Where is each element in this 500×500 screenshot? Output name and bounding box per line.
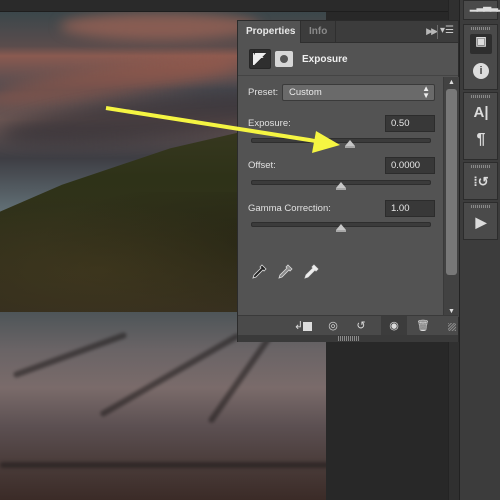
adjustments-icon[interactable]: ▣ [470,34,492,54]
cloud [60,12,260,40]
dock-group-histogram: ▁▂▃▂▁ [463,0,500,21]
offset-label: Offset: [248,160,276,171]
exposure-adjustment-icon[interactable]: + – [249,48,271,69]
clip-to-layer-icon[interactable]: ↲ [290,316,316,336]
exposure-slider-thumb[interactable] [345,140,355,148]
black-point-eyedropper-icon[interactable] [251,264,267,280]
updown-arrows-icon: ▲ ▼ [422,84,430,100]
layer-mask-icon[interactable] [275,51,293,67]
history-icon[interactable]: ⁞↺ [470,174,492,194]
panel-footer: ↲ ◎ ↺ ◉ 🗑 [238,315,458,336]
actions-play-icon[interactable]: ▶ [470,214,492,234]
exposure-input[interactable]: 0.50 [385,115,435,132]
info-icon[interactable]: i [470,61,492,81]
scrollbar-thumb[interactable] [446,89,457,275]
exposure-label: Exposure: [248,118,291,129]
dock-group-actions: ▶ [463,202,498,240]
panel-dock: ▁▂▃▂▁ ▣ i A| ¶ ⁞↺ ▶ [459,0,500,500]
delete-icon[interactable]: 🗑 [410,316,436,336]
dock-group-adjustments: ▣ i [463,24,498,90]
properties-panel: Properties Info ▶▶ ▾☰ + – Exposure Preset… [237,20,459,342]
photoshop-workspace: Properties Info ▶▶ ▾☰ + – Exposure Preset… [0,0,500,500]
resize-corner-icon[interactable] [448,323,456,331]
tab-properties[interactable]: Properties [238,21,301,43]
gamma-input[interactable]: 1.00 [385,200,435,217]
histogram-icon[interactable]: ▁▂▃▂▁ [470,1,500,21]
tab-info[interactable]: Info [301,21,336,43]
gamma-label: Gamma Correction: [248,203,331,214]
panel-tab-bar: Properties Info ▶▶ ▾☰ [238,21,458,43]
panel-resize-grip[interactable] [238,335,458,342]
gray-point-eyedropper-icon[interactable] [277,264,293,280]
white-point-eyedropper-icon[interactable] [303,264,319,280]
dock-group-type: A| ¶ [463,92,498,160]
toggle-visibility-icon[interactable]: ◉ [381,316,407,336]
panel-menu-icon[interactable]: ▾☰ [440,25,454,36]
character-icon[interactable]: A| [470,104,492,124]
offset-slider-thumb[interactable] [336,182,346,190]
panel-scrollbar[interactable]: ▲ ▼ [443,77,459,317]
scroll-up-icon[interactable]: ▲ [448,79,455,86]
preset-label: Preset: [248,87,279,98]
double-chevron-right-icon[interactable]: ▶▶ [426,26,438,37]
adjustment-header: + – Exposure [238,43,458,76]
offset-input[interactable]: 0.0000 [385,157,435,174]
preset-value: Custom [289,87,322,98]
rock-crack [0,462,326,468]
options-bar [0,0,460,12]
dock-group-history: ⁞↺ [463,162,498,200]
preset-select[interactable]: Custom ▲ ▼ [282,84,435,101]
reset-icon[interactable]: ↺ [348,316,374,336]
paragraph-icon[interactable]: ¶ [470,131,492,151]
exposure-slider-track[interactable] [251,138,431,143]
gamma-slider-thumb[interactable] [336,224,346,232]
scroll-down-icon[interactable]: ▼ [448,308,455,315]
rock-crack [12,331,128,379]
adjustment-title: Exposure [302,54,348,65]
divider [437,25,438,39]
view-previous-state-icon[interactable]: ◎ [320,316,346,336]
